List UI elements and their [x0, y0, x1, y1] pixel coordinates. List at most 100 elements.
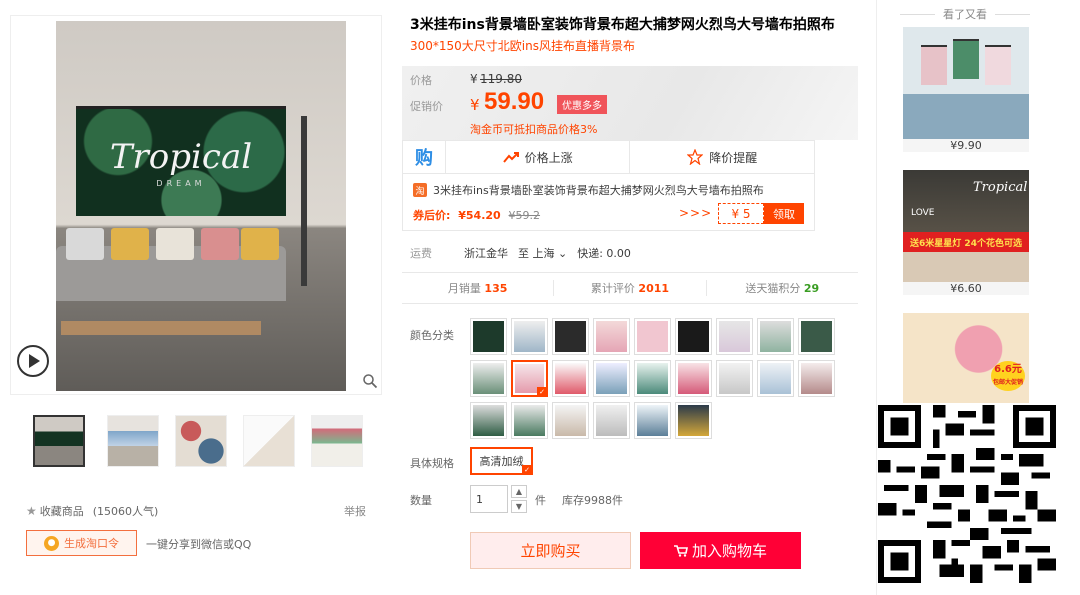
thumbnail-4[interactable] [243, 415, 295, 467]
claim-coupon-button[interactable]: 领取 [764, 203, 804, 224]
stock-count: 库存9988件 [562, 494, 623, 507]
play-video-icon[interactable] [17, 345, 49, 377]
buy-now-button[interactable]: 立即购买 [470, 532, 631, 569]
popularity-count: (15060人气) [92, 505, 159, 518]
price-label: 价格 [410, 74, 432, 87]
chat-bubble-icon: ● [44, 535, 59, 551]
tmall-points: 送天猫积分 29 [705, 280, 858, 296]
color-swatch[interactable] [675, 360, 712, 397]
recommend-image-1 [903, 27, 1029, 139]
thumbnail-5[interactable] [311, 415, 363, 467]
recommend-badge-sub: 包邮大促销 [992, 379, 1023, 386]
color-swatch[interactable] [675, 402, 712, 439]
recommend-badge-value: 6.6元 [994, 364, 1022, 375]
zoom-icon[interactable] [362, 373, 378, 389]
taobao-badge-icon: 淘 [413, 183, 427, 197]
quantity-decrease-icon[interactable]: ▼ [511, 500, 527, 513]
spec-option-selected[interactable]: 高清加绒 [470, 447, 533, 475]
collect-product-link[interactable]: ★ 收藏商品 (15060人气) [26, 503, 158, 519]
color-swatch[interactable] [716, 318, 753, 355]
price-rise-button[interactable]: 价格上涨 [444, 141, 630, 173]
after-coupon-value: ¥54.20 [458, 209, 501, 222]
recommend-image-2: Tropical LOVE 送6米星星灯 24个花色可选 [903, 170, 1029, 282]
quantity-increase-icon[interactable]: ▲ [511, 485, 527, 498]
floor-lamp [301, 116, 307, 286]
ship-to: 至 上海 [518, 247, 555, 260]
color-swatch[interactable] [675, 318, 712, 355]
share-hint: 一键分享到微信或QQ [146, 538, 252, 551]
price-alert-label: 降价提醒 [709, 150, 758, 165]
recommend-header: 看了又看 [900, 6, 1030, 22]
recommend-item-1[interactable] [903, 27, 1029, 139]
promo-price: 59.90 [484, 88, 545, 115]
coupon-value[interactable]: ¥ 5 [718, 203, 764, 224]
report-link[interactable]: 举报 [344, 503, 366, 519]
color-swatch[interactable] [470, 360, 507, 397]
color-option-label: 颜色分类 [410, 329, 454, 342]
color-swatch[interactable] [798, 318, 835, 355]
color-swatch[interactable] [593, 402, 630, 439]
color-swatch[interactable] [470, 318, 507, 355]
star-outline-icon [687, 149, 704, 165]
coffee-table [61, 321, 261, 335]
ship-to-select[interactable]: 至 上海 ⌄ [518, 245, 567, 261]
promo-tag: 优惠多多 [557, 95, 607, 114]
qr-code-image [878, 405, 1056, 583]
thumbnail-3[interactable] [175, 415, 227, 467]
product-title: 3米挂布ins背景墙卧室装饰背景布超大捕梦网火烈鸟大号墙布拍照布 [410, 17, 835, 33]
monthly-sales-value: 135 [484, 282, 508, 295]
shipping-row: 运费 浙江金华 至 上海 ⌄ 快递: 0.00 [410, 245, 631, 261]
recommend-price-2: ¥6.60 [903, 282, 1029, 295]
original-price-yen: ¥ [470, 72, 478, 86]
tapestry-title: Tropical [109, 137, 253, 177]
coupon-panel: 淘 3米挂布ins背景墙卧室装饰背景布超大捕梦网火烈鸟大号墙布拍照布 券后价: … [402, 174, 815, 231]
generate-token-button[interactable]: ● 生成淘口令 [26, 530, 137, 556]
thumbnail-1[interactable] [33, 415, 85, 467]
price-alert-button[interactable]: 降价提醒 [629, 141, 814, 173]
points-label: 送天猫积分 [745, 282, 801, 295]
color-swatch[interactable] [593, 318, 630, 355]
express-fee: 快递: 0.00 [577, 247, 631, 260]
monthly-sales: 月销量 135 [402, 280, 553, 296]
tapestry-image: Tropical DREAM [76, 106, 286, 216]
color-swatch[interactable] [511, 402, 548, 439]
price-panel: 价格 ¥ 119.80 促销价 ¥ 59.90 优惠多多 淘金币可抵扣商品价格3… [402, 66, 858, 140]
quantity-input[interactable]: 1 [470, 485, 508, 513]
coupon-item-title: 3米挂布ins背景墙卧室装饰背景布超大捕梦网火烈鸟大号墙布拍照布 [433, 184, 764, 197]
color-swatch[interactable] [716, 360, 753, 397]
ship-from: 浙江金华 [464, 247, 508, 260]
color-swatch[interactable] [634, 402, 671, 439]
total-reviews[interactable]: 累计评价 2011 [553, 280, 705, 296]
color-swatch[interactable] [470, 402, 507, 439]
promo-price-label: 促销价 [410, 100, 443, 113]
coin-deduction-note: 淘金币可抵扣商品价格3% [470, 123, 598, 136]
recommend-banner: 送6米星星灯 24个花色可选 [903, 232, 1029, 252]
recommend-price-badge: 6.6元 包邮大促销 [991, 361, 1025, 391]
color-swatch[interactable] [552, 318, 589, 355]
arrow-icons: >>> [679, 206, 713, 220]
main-product-image[interactable]: Tropical DREAM [10, 15, 382, 395]
color-swatch[interactable] [593, 360, 630, 397]
color-swatch[interactable] [552, 402, 589, 439]
color-swatch[interactable] [552, 360, 589, 397]
color-swatch[interactable] [634, 318, 671, 355]
recommend-brand-text: Tropical [973, 180, 1028, 195]
recommend-title: 看了又看 [943, 8, 987, 21]
recommend-item-3[interactable]: 6.6元 包邮大促销 [903, 313, 1029, 403]
add-to-cart-label: 加入购物车 [691, 542, 767, 560]
shipping-label: 运费 [410, 247, 432, 260]
color-swatch[interactable] [511, 318, 548, 355]
star-icon: ★ [26, 504, 37, 518]
color-swatch[interactable] [757, 360, 794, 397]
thumbnail-2[interactable] [107, 415, 159, 467]
quantity-label: 数量 [410, 494, 432, 507]
chevron-down-icon: ⌄ [554, 247, 568, 260]
color-swatch[interactable] [798, 360, 835, 397]
add-to-cart-button[interactable]: 加入购物车 [640, 532, 801, 569]
color-swatch-selected[interactable] [511, 360, 548, 397]
coupon-item: 淘 3米挂布ins背景墙卧室装饰背景布超大捕梦网火烈鸟大号墙布拍照布 [413, 182, 764, 198]
tapestry-subtitle: DREAM [156, 179, 206, 188]
recommend-item-2[interactable]: Tropical LOVE 送6米星星灯 24个花色可选 [903, 170, 1029, 282]
color-swatch[interactable] [757, 318, 794, 355]
color-swatch[interactable] [634, 360, 671, 397]
